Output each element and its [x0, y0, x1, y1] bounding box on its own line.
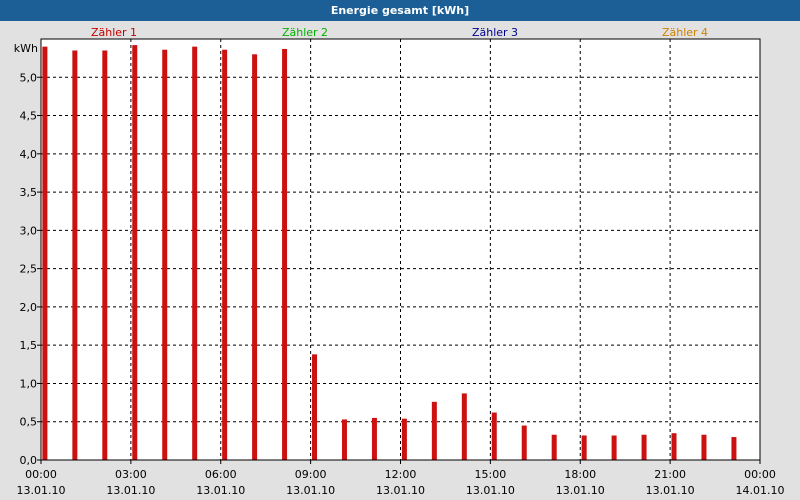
y-tick-label: 1,5 — [20, 339, 38, 352]
y-axis-label: kWh — [14, 42, 38, 55]
bar — [491, 412, 497, 460]
x-tick-time-label: 00:00 — [25, 468, 57, 481]
x-tick-time-label: 18:00 — [564, 468, 596, 481]
x-tick-time-label: 09:00 — [295, 468, 327, 481]
x-tick-time-label: 03:00 — [115, 468, 147, 481]
legend-entry: Zähler 2 — [282, 26, 328, 39]
x-tick-date-label: 13.01.10 — [106, 484, 155, 497]
bar — [252, 54, 258, 461]
bar — [611, 435, 617, 460]
bar — [731, 437, 737, 460]
bar — [341, 419, 347, 460]
y-tick-label: 3,0 — [20, 224, 38, 237]
bar — [701, 434, 707, 460]
legend-entry: Zähler 1 — [91, 26, 137, 39]
bar — [42, 46, 48, 461]
x-tick-date-label: 13.01.10 — [466, 484, 515, 497]
x-tick-time-label: 06:00 — [205, 468, 237, 481]
bar — [162, 49, 168, 460]
energy-chart: 0,0 0,5 1,0 1,5 2,0 2,5 3,0 3,5 4,0 4,5 5,0 kWh 00:0… — [14, 26, 785, 497]
bar — [312, 354, 318, 460]
bar — [551, 434, 557, 460]
y-tick-label: 2,5 — [20, 263, 38, 276]
chart-window: Energie gesamt [kWh] 0,0 0,5 1,0 1,5 2,0 2,5 3… — [0, 0, 800, 500]
y-tick-label: 1,0 — [20, 377, 38, 390]
y-tick-label: 3,5 — [20, 186, 38, 199]
x-tick-date-label: 13.01.10 — [646, 484, 695, 497]
bar — [401, 418, 407, 460]
window-title: Energie gesamt [kWh] — [0, 0, 800, 21]
bar — [521, 425, 527, 460]
bar — [371, 417, 377, 460]
x-tick-date-label: 14.01.10 — [736, 484, 785, 497]
x-tick-time-label: 21:00 — [654, 468, 686, 481]
x-tick-date-label: 13.01.10 — [376, 484, 425, 497]
bar — [102, 50, 108, 461]
bar — [222, 49, 228, 460]
x-tick-date-label: 13.01.10 — [286, 484, 335, 497]
y-tick-label: 2,0 — [20, 301, 38, 314]
bar — [671, 433, 677, 460]
x-tick-time-label: 12:00 — [385, 468, 417, 481]
x-tick-date-label: 13.01.10 — [196, 484, 245, 497]
x-tick-time-label: 00:00 — [744, 468, 776, 481]
bar — [282, 48, 288, 461]
legend-entry: Zähler 4 — [662, 26, 708, 39]
bar — [192, 46, 198, 461]
y-tick-label: 4,0 — [20, 148, 38, 161]
y-tick-label: 5,0 — [20, 71, 38, 84]
bar — [132, 45, 138, 461]
bar — [431, 401, 437, 460]
bar — [641, 434, 647, 460]
bar — [72, 50, 78, 461]
y-tick-label: 0,5 — [20, 416, 38, 429]
x-tick-time-label: 15:00 — [475, 468, 507, 481]
legend-entry: Zähler 3 — [472, 26, 518, 39]
y-tick-label: 4,5 — [20, 110, 38, 123]
bar — [461, 393, 467, 460]
y-tick-label: 0,0 — [20, 454, 38, 467]
bar — [581, 435, 587, 460]
x-tick-date-label: 13.01.10 — [556, 484, 605, 497]
x-tick-date-label: 13.01.10 — [17, 484, 66, 497]
